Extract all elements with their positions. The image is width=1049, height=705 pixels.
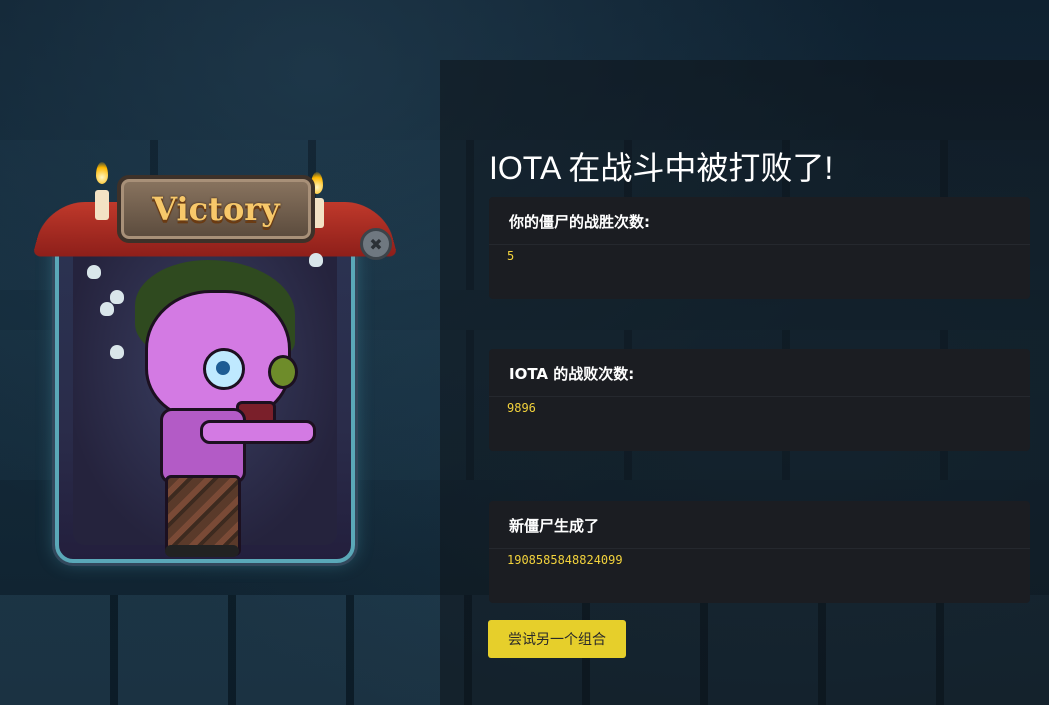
zombie-arm <box>200 420 316 444</box>
new-zombie-id: 1908585848824099 <box>507 553 623 567</box>
stat-box-iota-losses: IOTA 的战败次数: 9896 <box>489 349 1030 451</box>
close-icon: ✖ <box>360 228 392 260</box>
zombie-head <box>145 290 298 433</box>
victory-banner-text: Victory <box>152 190 280 228</box>
skull-icon <box>110 345 124 359</box>
stat-label: 新僵尸生成了 <box>489 501 1030 549</box>
zombie-feet <box>165 545 239 557</box>
flame-icon <box>96 162 108 184</box>
zombie-legs <box>165 475 241 556</box>
try-another-combination-button[interactable]: 尝试另一个组合 <box>488 620 626 658</box>
stat-box-new-zombie: 新僵尸生成了 1908585848824099 <box>489 501 1030 603</box>
stat-value: 5 <box>507 249 515 263</box>
candle-icon <box>95 190 109 220</box>
battle-result-title: IOTA 在战斗中被打败了! <box>489 150 834 186</box>
stat-value: 9896 <box>507 401 536 415</box>
stat-label: 你的僵尸的战胜次数: <box>489 197 1030 245</box>
skull-icon <box>100 302 114 316</box>
skull-icon <box>110 290 124 304</box>
zombie-eye <box>268 355 298 389</box>
skull-icon <box>87 265 101 279</box>
zombie-eye <box>203 348 245 390</box>
victory-banner: Victory <box>117 175 315 243</box>
stat-box-zombie-wins: 你的僵尸的战胜次数: 5 <box>489 197 1030 299</box>
victory-card: Victory ✖ <box>32 150 398 570</box>
stat-label: IOTA 的战败次数: <box>489 349 1030 397</box>
zombie-character-image <box>130 260 340 560</box>
